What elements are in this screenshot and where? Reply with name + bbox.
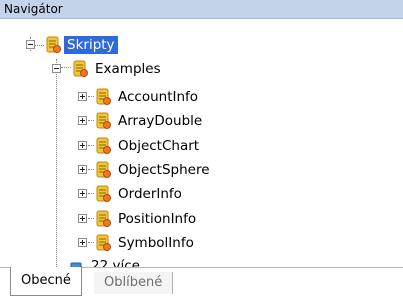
collapse-icon[interactable] <box>52 64 61 73</box>
expand-icon[interactable] <box>78 189 87 199</box>
script-scroll-icon <box>96 234 111 251</box>
tab-general[interactable]: Obecné <box>10 267 82 296</box>
tree-node-label: AccountInfo <box>118 89 199 105</box>
script-scroll-icon <box>96 185 111 203</box>
expand-icon[interactable] <box>78 92 87 101</box>
script-scroll-icon <box>96 137 111 154</box>
script-folder-icon <box>46 36 61 53</box>
navigator-tree[interactable]: Skripty Examples AccountInfo ArrayDouble O… <box>0 19 403 276</box>
tree-node-label: OrderInfo <box>118 186 182 203</box>
expand-icon[interactable] <box>78 164 87 174</box>
expand-icon[interactable] <box>78 213 87 223</box>
script-scroll-icon <box>96 210 111 227</box>
expand-icon[interactable] <box>78 116 87 126</box>
script-scroll-icon <box>96 161 111 178</box>
tab-favorites[interactable]: Oblíbené <box>94 272 174 294</box>
tree-node-label: ArrayDouble <box>118 113 203 130</box>
tree-node-label: PositionInfo <box>118 210 197 227</box>
tree-node-label: SymbolInfo <box>118 234 194 251</box>
collapse-icon[interactable] <box>26 40 35 49</box>
expand-icon[interactable] <box>78 237 87 247</box>
navigator-tabs: Obecné Oblíbené <box>0 267 403 297</box>
tree-node-label: ObjectChart <box>118 137 200 154</box>
script-scroll-icon <box>96 88 111 105</box>
script-folder-icon <box>73 60 88 77</box>
script-scroll-icon <box>96 112 111 130</box>
expand-icon[interactable] <box>78 140 87 150</box>
navigator-title: Navigátor <box>0 0 403 19</box>
tree-node-label: ObjectSphere <box>118 161 210 178</box>
tree-node-label: Examples <box>95 61 161 77</box>
tree-node-label: Skripty <box>64 36 118 54</box>
